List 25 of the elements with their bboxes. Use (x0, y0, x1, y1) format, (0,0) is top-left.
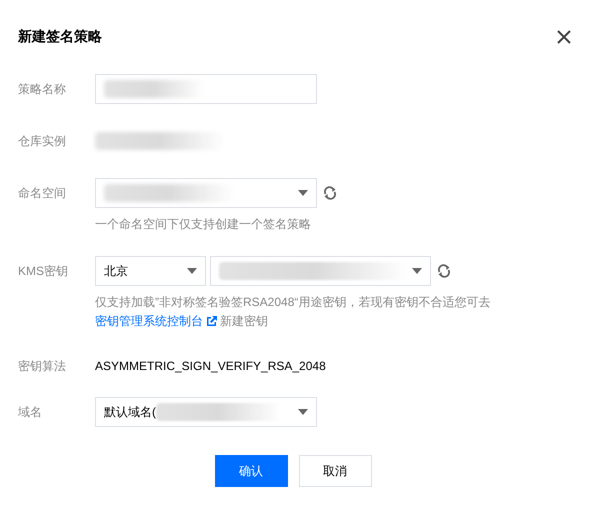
field-label: 密钥算法 (18, 358, 67, 375)
algorithm-value: ASYMMETRIC_SIGN_VERIFY_RSA_2048 (95, 358, 326, 375)
field-label: 域名 (18, 404, 43, 421)
caret-icon (187, 268, 197, 274)
external-link-icon (207, 316, 217, 326)
dialog-title: 新建签名策略 (18, 28, 102, 46)
console-link[interactable]: 密钥管理系统控制台 (95, 314, 203, 328)
caret-icon (412, 268, 422, 274)
select-field[interactable]: 默认域名( (95, 397, 317, 427)
policy-name-input[interactable] (95, 74, 317, 104)
cancel-button[interactable]: 取消 (298, 455, 372, 487)
hint-text: 仅支持加载”非对称签名验签RSA2048“用途密钥，若现有密钥不合适您可去 密钥管理系统控制台 新建密钥 (95, 294, 490, 330)
close-icon[interactable] (557, 30, 571, 44)
confirm-button[interactable]: 确认 (214, 455, 288, 487)
caret-icon (298, 409, 308, 415)
refresh-icon[interactable] (323, 186, 337, 200)
field-label: 策略名称 (18, 81, 67, 98)
caret-icon (298, 190, 308, 196)
region-select[interactable]: 北京 (95, 256, 206, 286)
field-label: 命名空间 (18, 185, 67, 202)
hint-text: 一个命名空间下仅支持创建一个签名策略 (95, 216, 312, 233)
field-label: KMS密钥 (18, 263, 70, 280)
select-field[interactable] (95, 178, 317, 208)
refresh-icon[interactable] (437, 264, 451, 278)
field-label: 仓库实例 (18, 133, 67, 150)
